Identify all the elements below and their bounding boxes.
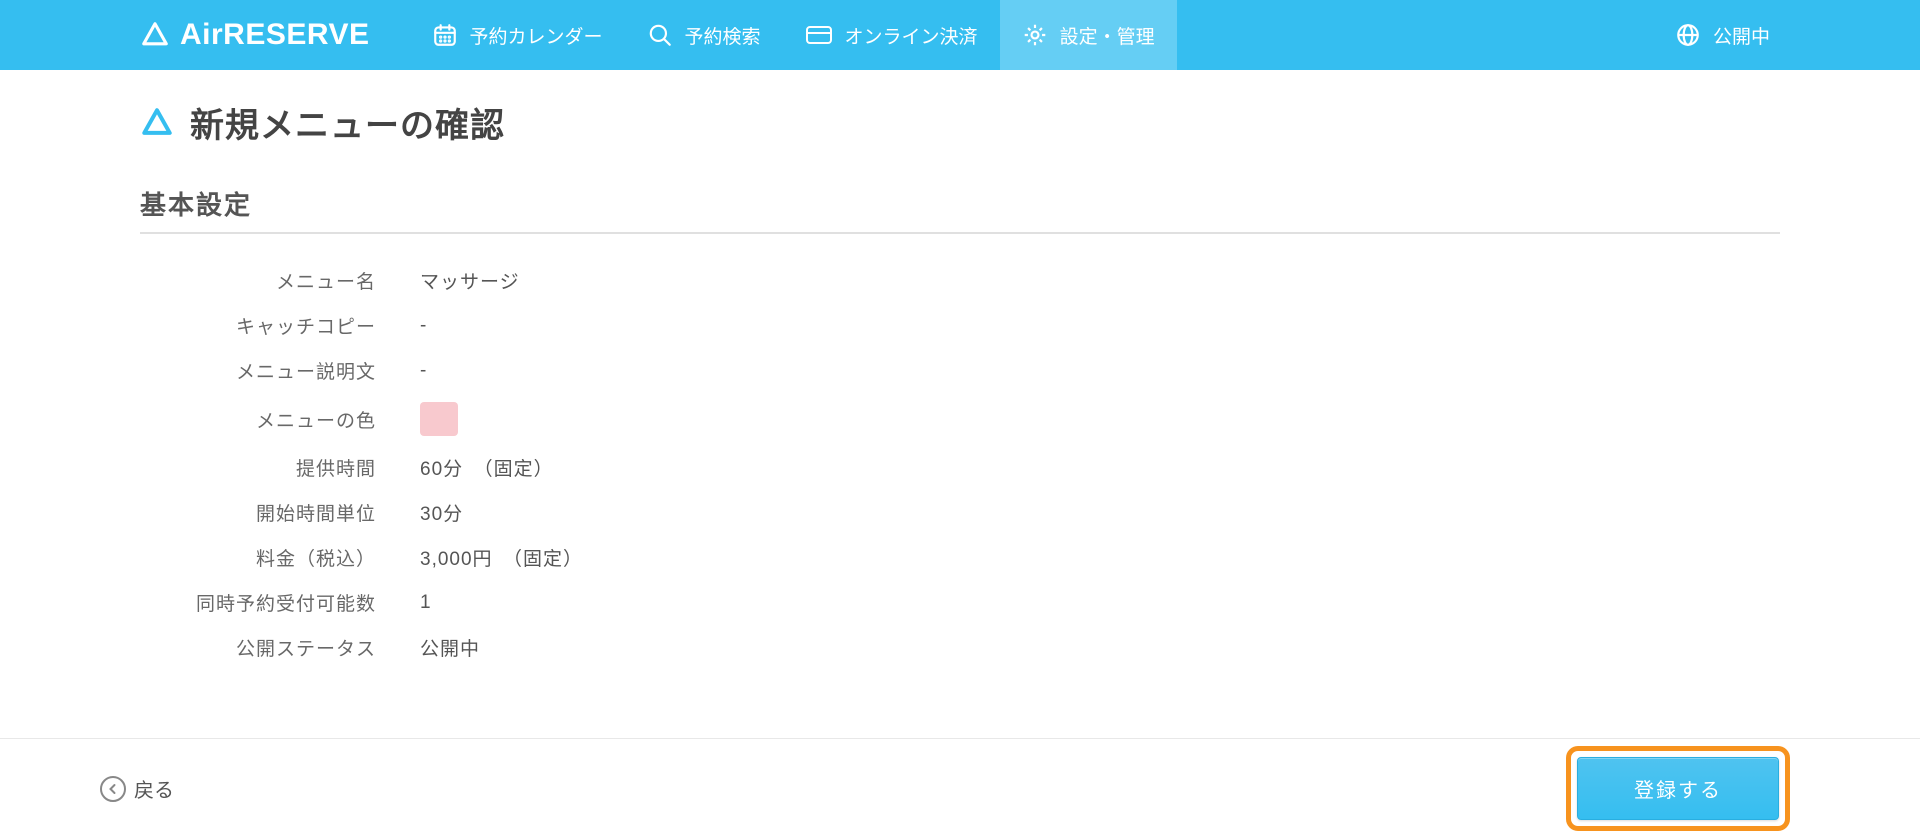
value-duration: 60分 （固定） xyxy=(420,454,554,481)
row-duration: 提供時間 60分 （固定） xyxy=(140,445,1780,490)
label-price: 料金（税込） xyxy=(140,544,420,571)
back-button[interactable]: 戻る xyxy=(100,774,174,803)
label-color: メニューの色 xyxy=(140,406,420,433)
publish-status-label: 公開中 xyxy=(1713,22,1770,49)
row-publish-status: 公開ステータス 公開中 xyxy=(140,625,1780,670)
value-price: 3,000円 （固定） xyxy=(420,544,583,571)
label-menu-name: メニュー名 xyxy=(140,267,420,294)
calendar-icon xyxy=(432,22,458,48)
label-publish-status: 公開ステータス xyxy=(140,634,420,661)
value-menu-name: マッサージ xyxy=(420,267,520,294)
section-heading-basic: 基本設定 xyxy=(140,185,1780,234)
back-button-label: 戻る xyxy=(134,774,174,803)
label-duration: 提供時間 xyxy=(140,454,420,481)
nav-label: オンライン決済 xyxy=(845,22,978,49)
basic-settings-rows: メニュー名 マッサージ キャッチコピー - メニュー説明文 - メニューの色 提… xyxy=(140,258,1780,670)
value-concurrent: 1 xyxy=(420,592,432,614)
nav-item-settings[interactable]: 設定・管理 xyxy=(1000,0,1177,70)
submit-button[interactable]: 登録する xyxy=(1577,757,1779,820)
gear-icon xyxy=(1022,22,1048,48)
page-title-text: 新規メニューの確認 xyxy=(190,98,505,147)
brand-logo-icon xyxy=(140,20,170,50)
brand-name: AirRESERVE xyxy=(180,18,370,52)
page-title: 新規メニューの確認 xyxy=(140,98,1780,147)
card-icon xyxy=(805,24,833,46)
submit-highlight-frame: 登録する xyxy=(1566,746,1790,831)
row-menu-name: メニュー名 マッサージ xyxy=(140,258,1780,303)
value-catch-copy: - xyxy=(420,315,427,337)
back-arrow-icon xyxy=(100,776,126,802)
page-content: 新規メニューの確認 基本設定 メニュー名 マッサージ キャッチコピー - メニュ… xyxy=(0,70,1920,787)
color-swatch xyxy=(420,402,458,436)
globe-icon xyxy=(1675,22,1701,48)
nav-item-payment[interactable]: オンライン決済 xyxy=(783,0,1000,70)
nav-label: 予約カレンダー xyxy=(470,22,603,49)
row-concurrent: 同時予約受付可能数 1 xyxy=(140,580,1780,625)
nav-label: 設定・管理 xyxy=(1060,22,1155,49)
top-nav: AirRESERVE 予約カレンダー 予約検索 オンライン決済 設定・管理 xyxy=(0,0,1920,70)
nav-label: 予約検索 xyxy=(685,22,761,49)
label-start-unit: 開始時間単位 xyxy=(140,499,420,526)
nav-item-calendar[interactable]: 予約カレンダー xyxy=(410,0,625,70)
value-description: - xyxy=(420,360,427,382)
label-description: メニュー説明文 xyxy=(140,357,420,384)
label-catch-copy: キャッチコピー xyxy=(140,312,420,339)
row-catch-copy: キャッチコピー - xyxy=(140,303,1780,348)
row-color: メニューの色 xyxy=(140,393,1780,445)
brand[interactable]: AirRESERVE xyxy=(0,18,410,52)
footer-bar: 戻る 登録する xyxy=(0,738,1920,838)
row-start-unit: 開始時間単位 30分 xyxy=(140,490,1780,535)
value-publish-status: 公開中 xyxy=(420,634,480,661)
publish-status[interactable]: 公開中 xyxy=(1675,22,1920,49)
row-price: 料金（税込） 3,000円 （固定） xyxy=(140,535,1780,580)
row-description: メニュー説明文 - xyxy=(140,348,1780,393)
label-concurrent: 同時予約受付可能数 xyxy=(140,589,420,616)
value-color xyxy=(420,402,458,436)
page-title-icon xyxy=(140,106,174,140)
submit-button-label: 登録する xyxy=(1634,780,1722,802)
value-start-unit: 30分 xyxy=(420,499,463,526)
nav-item-search[interactable]: 予約検索 xyxy=(625,0,783,70)
nav-items: 予約カレンダー 予約検索 オンライン決済 設定・管理 xyxy=(410,0,1177,70)
search-icon xyxy=(647,22,673,48)
